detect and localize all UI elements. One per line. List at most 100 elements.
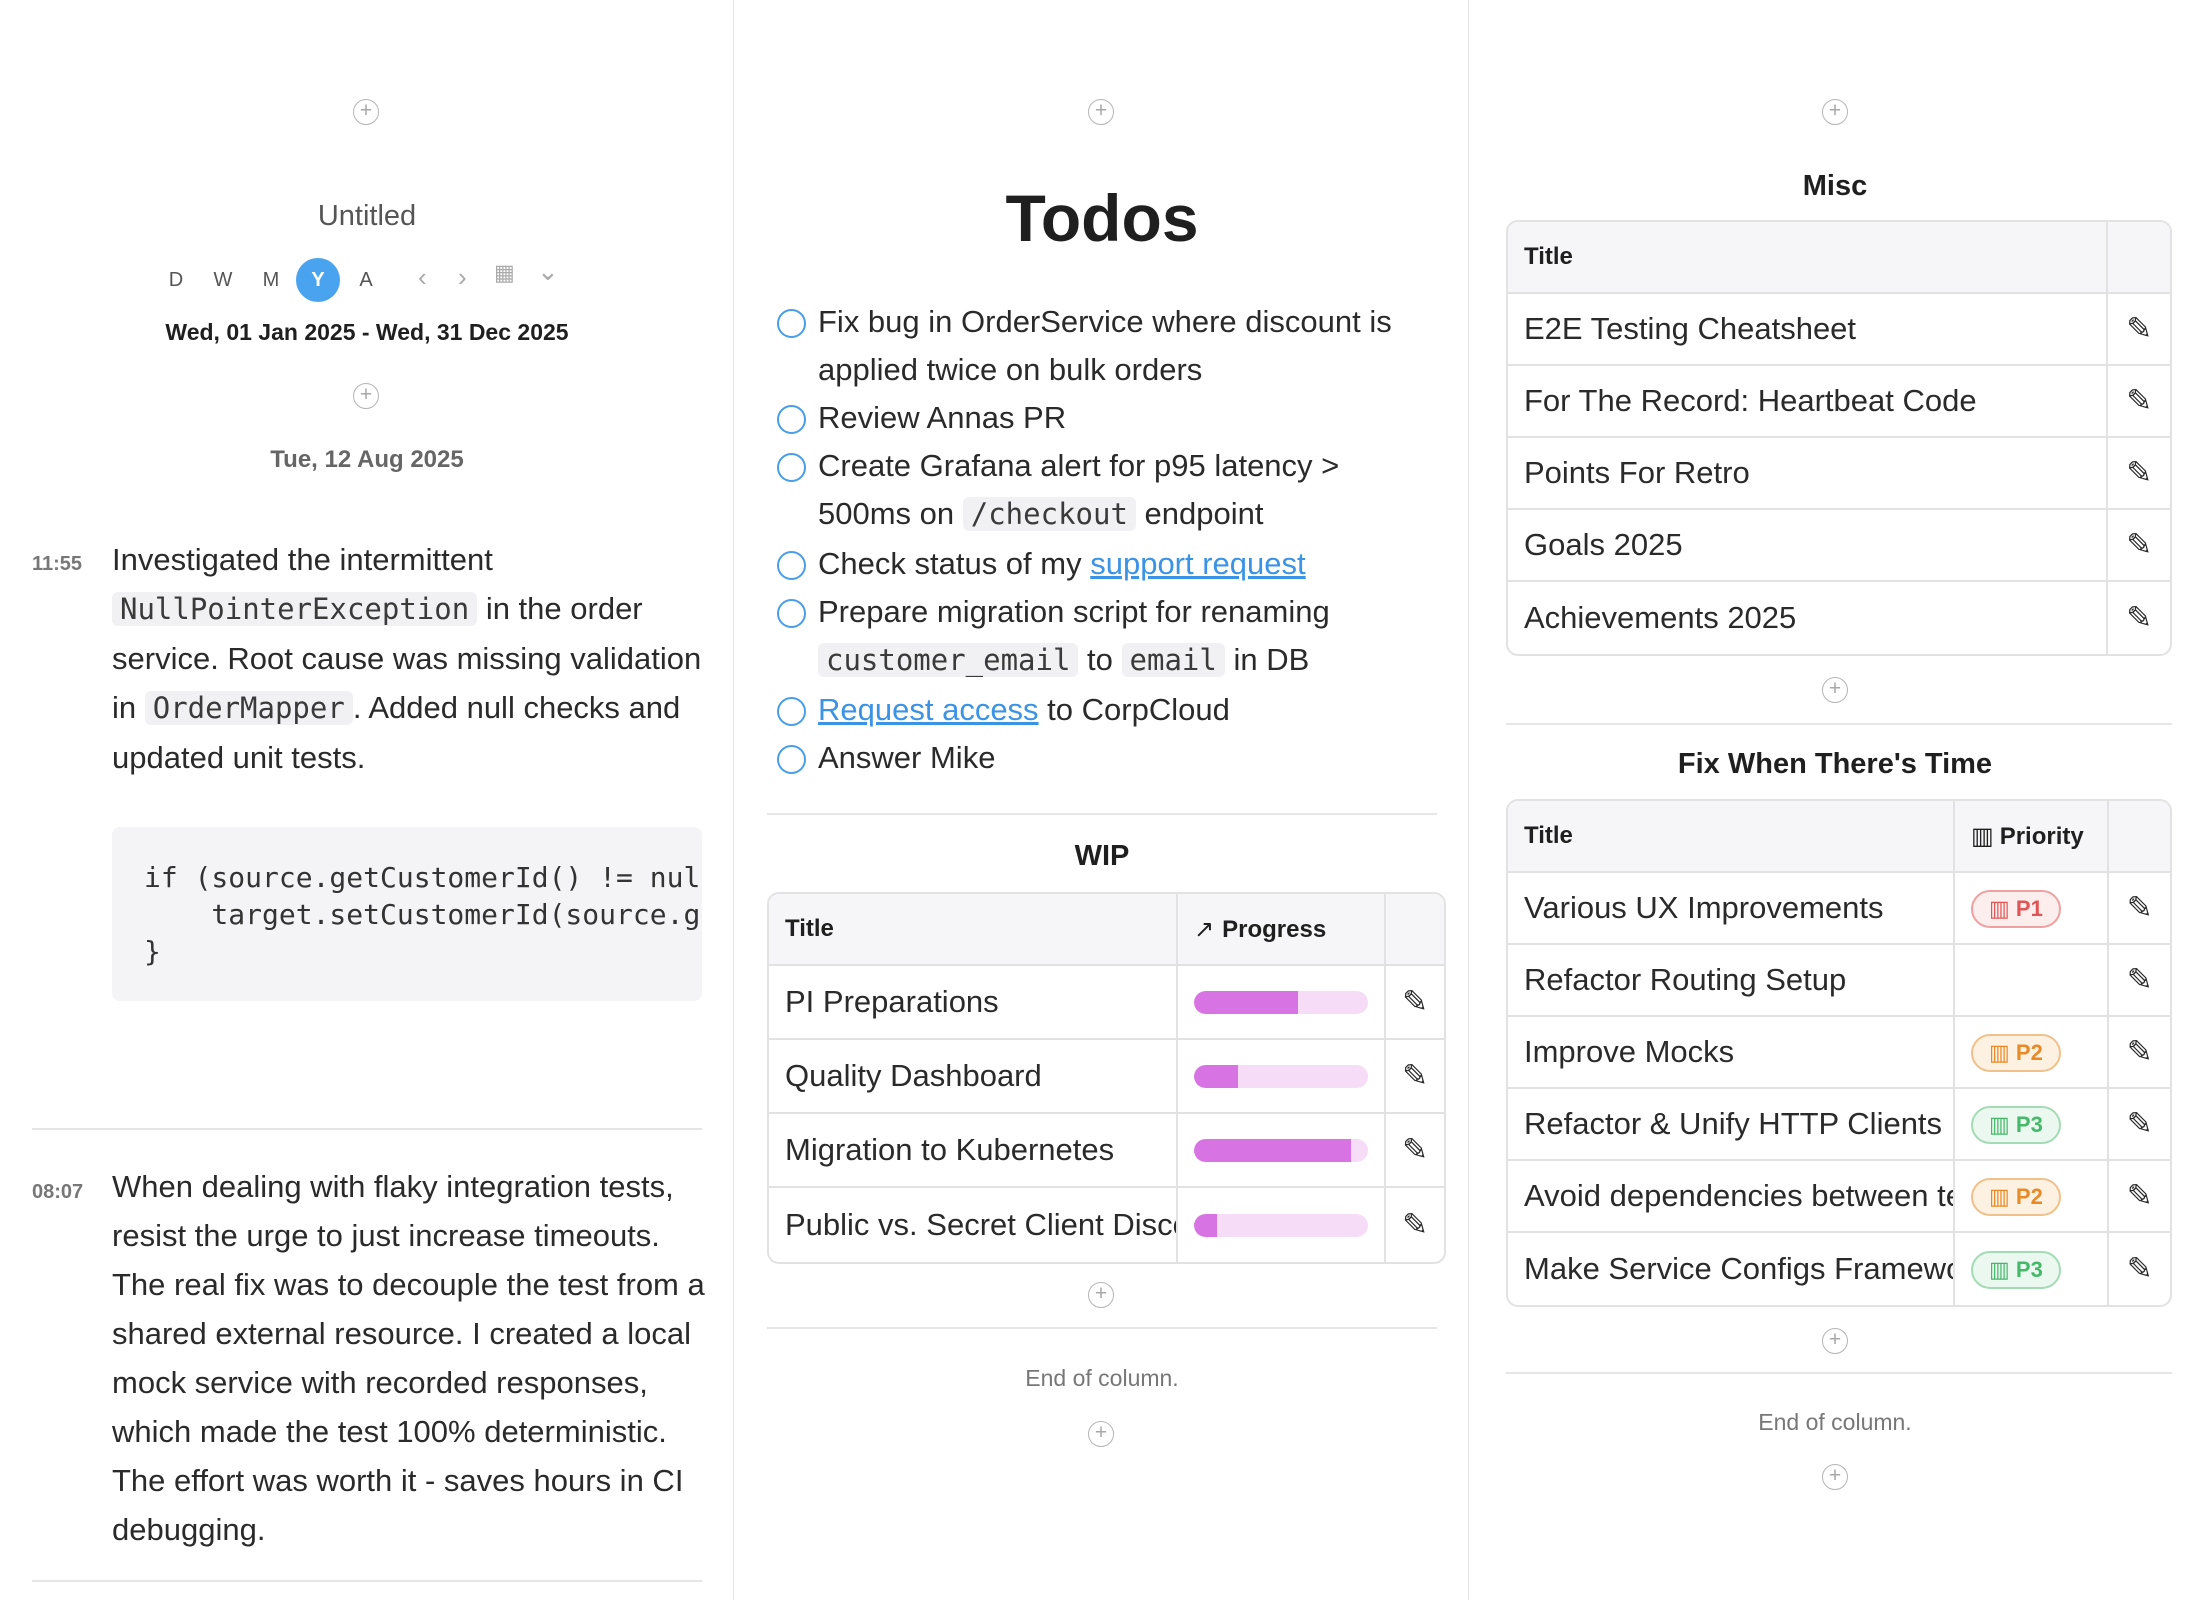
end-of-column: End of column. <box>1758 1409 1912 1435</box>
row-title[interactable]: Achievements 2025 <box>1508 582 2109 654</box>
priority-cell[interactable]: ▥ P3 <box>1955 1089 2110 1161</box>
edit-icon[interactable]: ✎ <box>1386 1040 1444 1114</box>
table-row[interactable]: Achievements 2025 ✎ <box>1508 582 2170 654</box>
edit-icon[interactable]: ✎ <box>2108 294 2170 366</box>
table-row[interactable]: Migration to Kubernetes ✎ <box>769 1114 1444 1188</box>
add-block-bottom-button[interactable]: + <box>1088 1421 1114 1447</box>
column-header-title[interactable]: Title <box>769 894 1178 966</box>
add-block-top-button[interactable]: + <box>353 99 379 125</box>
todo-item: Request access to CorpCloud <box>777 686 1437 734</box>
column-header-title[interactable]: Title <box>1508 222 2109 294</box>
todo-checkbox[interactable] <box>777 599 806 628</box>
priority-cell[interactable]: ▥ P2 <box>1955 1161 2110 1233</box>
table-row[interactable]: Public vs. Secret Client Discovery ✎ <box>769 1188 1444 1262</box>
column-header-actions <box>2109 801 2170 873</box>
table-row[interactable]: Refactor & Unify HTTP Clients ▥ P3 ✎ <box>1508 1089 2170 1161</box>
add-block-button[interactable]: + <box>1822 1328 1848 1354</box>
row-title[interactable]: Make Service Configs Framework Agnostic <box>1508 1233 1955 1305</box>
calendar-icon[interactable]: ▦ <box>494 260 515 286</box>
table-row[interactable]: Goals 2025 ✎ <box>1508 510 2170 582</box>
edit-icon[interactable]: ✎ <box>2108 510 2170 582</box>
edit-icon[interactable]: ✎ <box>1386 966 1444 1040</box>
todo-checkbox[interactable] <box>777 697 806 726</box>
add-block-button[interactable]: + <box>1822 677 1848 703</box>
add-block-button[interactable]: + <box>1088 1282 1114 1308</box>
support-request-link[interactable]: support request <box>1090 546 1305 581</box>
edit-icon[interactable]: ✎ <box>2109 1089 2170 1161</box>
inline-code: customer_email <box>818 643 1079 677</box>
add-block-bottom-button[interactable]: + <box>1822 1464 1848 1490</box>
edit-icon[interactable]: ✎ <box>2109 1161 2170 1233</box>
row-title[interactable]: Goals 2025 <box>1508 510 2109 582</box>
misc-title: Misc <box>1802 170 1868 202</box>
table-row[interactable]: Refactor Routing Setup ✎ <box>1508 945 2170 1017</box>
priority-cell[interactable]: ▥ P1 <box>1955 873 2110 945</box>
chevron-right-icon[interactable]: › <box>458 262 467 293</box>
edit-icon[interactable]: ✎ <box>1386 1188 1444 1262</box>
row-title[interactable]: Quality Dashboard <box>769 1040 1178 1114</box>
table-row[interactable]: Make Service Configs Framework Agnostic ▥… <box>1508 1233 2170 1305</box>
edit-icon[interactable]: ✎ <box>1386 1114 1444 1188</box>
priority-cell[interactable]: ▥ P3 <box>1955 1233 2110 1305</box>
priority-cell[interactable]: ▥ P2 <box>1955 1017 2110 1089</box>
todo-checkbox[interactable] <box>777 405 806 434</box>
view-week-button[interactable]: W <box>201 258 245 302</box>
chevron-left-icon[interactable]: ‹ <box>418 262 427 293</box>
row-title[interactable]: E2E Testing Cheatsheet <box>1508 294 2109 366</box>
table-row[interactable]: Improve Mocks ▥ P2 ✎ <box>1508 1017 2170 1089</box>
edit-icon[interactable]: ✎ <box>2109 1017 2170 1089</box>
fix-title: Fix When There's Time <box>1677 748 1993 780</box>
row-title[interactable]: Points For Retro <box>1508 438 2109 510</box>
row-title[interactable]: Avoid dependencies between tests <box>1508 1161 1955 1233</box>
row-title[interactable]: Refactor & Unify HTTP Clients <box>1508 1089 1955 1161</box>
inline-code: NullPointerException <box>112 592 478 626</box>
todo-checkbox[interactable] <box>777 745 806 774</box>
column-header-title[interactable]: Title <box>1508 801 1955 873</box>
day-header: Tue, 12 Aug 2025 <box>270 446 464 473</box>
table-row[interactable]: PI Preparations ✎ <box>769 966 1444 1040</box>
divider <box>767 1327 1437 1329</box>
table-row[interactable]: Avoid dependencies between tests ▥ P2 ✎ <box>1508 1161 2170 1233</box>
entry-time: 11:55 <box>32 553 83 575</box>
edit-icon[interactable]: ✎ <box>2108 582 2170 654</box>
row-title[interactable]: PI Preparations <box>769 966 1178 1040</box>
priority-badge: ▥ P2 <box>1971 1178 2061 1216</box>
request-access-link[interactable]: Request access <box>818 692 1039 727</box>
row-title[interactable]: Public vs. Secret Client Discovery <box>769 1188 1178 1262</box>
row-title[interactable]: Migration to Kubernetes <box>769 1114 1178 1188</box>
todo-checkbox[interactable] <box>777 453 806 482</box>
column-header-progress[interactable]: ↗ Progress <box>1178 894 1386 966</box>
table-row[interactable]: Points For Retro ✎ <box>1508 438 2170 510</box>
edit-icon[interactable]: ✎ <box>2108 438 2170 510</box>
edit-icon[interactable]: ✎ <box>2108 366 2170 438</box>
todo-checkbox[interactable] <box>777 309 806 338</box>
edit-icon[interactable]: ✎ <box>2109 945 2170 1017</box>
column-header-priority[interactable]: ▥ Priority <box>1955 801 2110 873</box>
table-row[interactable]: Various UX Improvements ▥ P1 ✎ <box>1508 873 2170 945</box>
divider <box>32 1580 702 1582</box>
todo-checkbox[interactable] <box>777 551 806 580</box>
progress-bar <box>1194 1213 1368 1237</box>
add-block-top-button[interactable]: + <box>1088 99 1114 125</box>
view-month-button[interactable]: M <box>249 258 293 302</box>
page-title: Todos <box>1005 181 1199 255</box>
row-title[interactable]: Improve Mocks <box>1508 1017 1955 1089</box>
view-all-button[interactable]: A <box>344 258 388 302</box>
chevron-down-icon[interactable]: ⌄ <box>537 256 559 287</box>
row-title[interactable]: For The Record: Heartbeat Code <box>1508 366 2109 438</box>
row-title[interactable]: Refactor Routing Setup <box>1508 945 1955 1017</box>
wip-table: Title ↗ Progress PI Preparations ✎ Qualit… <box>767 892 1446 1264</box>
row-title[interactable]: Various UX Improvements <box>1508 873 1955 945</box>
table-row[interactable]: Quality Dashboard ✎ <box>769 1040 1444 1114</box>
add-block-button[interactable]: + <box>353 383 379 409</box>
edit-icon[interactable]: ✎ <box>2109 873 2170 945</box>
priority-badge: ▥ P2 <box>1971 1034 2061 1072</box>
table-row[interactable]: E2E Testing Cheatsheet ✎ <box>1508 294 2170 366</box>
table-row[interactable]: For The Record: Heartbeat Code ✎ <box>1508 366 2170 438</box>
view-day-button[interactable]: D <box>154 258 198 302</box>
add-block-top-button[interactable]: + <box>1822 99 1848 125</box>
priority-cell[interactable] <box>1955 945 2110 1017</box>
view-year-button[interactable]: Y <box>296 258 340 302</box>
edit-icon[interactable]: ✎ <box>2109 1233 2170 1305</box>
progress-bar <box>1194 990 1368 1014</box>
